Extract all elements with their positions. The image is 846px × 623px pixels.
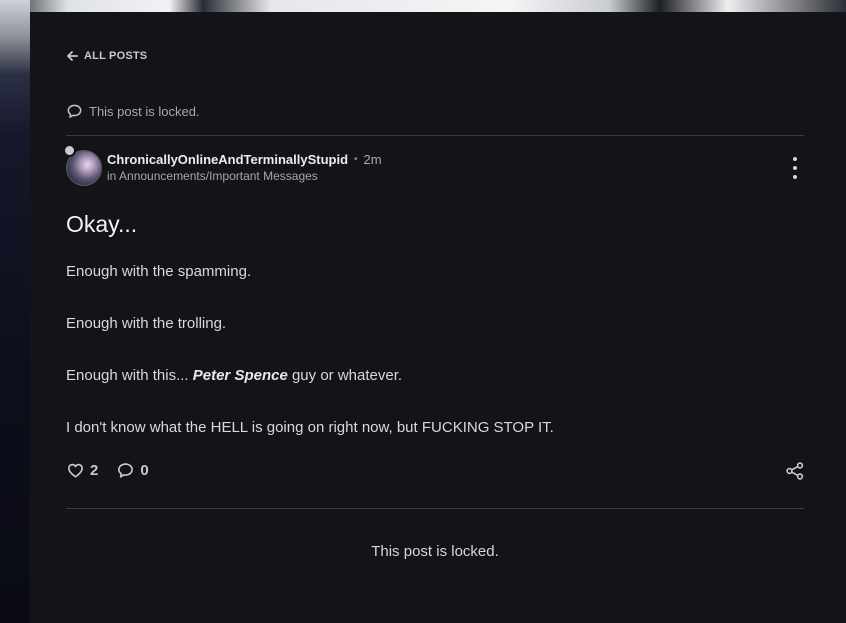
more-vertical-icon [793,157,797,161]
post-paragraph-3: Enough with this... Peter Spence guy or … [66,367,402,384]
post-panel: ALL POSTS This post is locked. Chronical… [30,12,846,623]
comment-icon [118,463,134,478]
all-posts-link[interactable]: ALL POSTS [66,50,147,62]
footer-divider [66,508,804,509]
lock-notice-top: This post is locked. [66,103,200,120]
author-avatar[interactable] [63,144,102,186]
lock-notice-text: This post is locked. [89,104,200,119]
heart-icon [68,463,83,478]
comment-count: 0 [140,462,149,479]
background-banner [0,0,846,12]
share-icon[interactable] [785,461,805,481]
paragraph-3-emphasis: Peter Spence [192,367,288,384]
comment-button[interactable]: 0 [116,461,149,480]
post-actions: 2 0 [66,461,149,480]
post-paragraph-4: I don't know what the HELL is going on r… [66,419,554,436]
avatar-badge-icon [63,144,76,157]
post-title: Okay... [66,211,138,237]
like-button[interactable]: 2 [66,461,98,480]
speech-bubble-icon [67,104,82,118]
paragraph-3-start: Enough with this... [66,367,193,384]
post-paragraph-1: Enough with the spamming. [66,263,252,280]
author-name[interactable]: ChronicallyOnlineAndTerminallyStupid [107,152,348,167]
lock-notice-bottom: This post is locked. [371,543,499,560]
all-posts-label: ALL POSTS [84,50,148,62]
category-prefix: in [107,169,117,183]
like-count: 2 [90,462,99,479]
author-line: ChronicallyOnlineAndTerminallyStupid • 2… [107,152,382,167]
category-link[interactable]: Announcements/Important Messages [119,169,318,183]
meta-separator: • [354,154,358,165]
paragraph-3-end: guy or whatever. [287,367,403,384]
background-side [0,0,30,623]
post-category: in Announcements/Important Messages [107,169,318,183]
post-paragraph-2: Enough with the trolling. [66,315,227,332]
post-menu-button[interactable] [787,157,803,179]
post-time: 2m [363,152,382,167]
header-divider [66,135,804,136]
arrow-left-icon [67,51,78,61]
